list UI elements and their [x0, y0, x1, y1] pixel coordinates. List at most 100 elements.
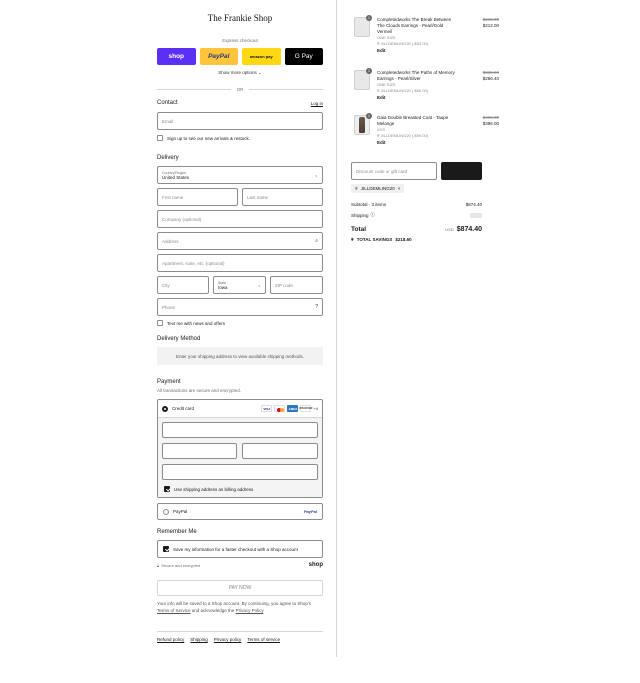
subtotal-row: Subtotal · 3 items $874.40 — [351, 202, 482, 207]
total-value: $874.40 — [456, 226, 482, 233]
shop-pay-button[interactable]: shop — [157, 48, 196, 65]
total-savings-row: ⌾ TOTAL SAVINGS $218.60 — [351, 237, 412, 242]
terms-text-1: Your info will be saved to a Shop accoun… — [157, 601, 312, 606]
email-placeholder: Email — [162, 118, 174, 124]
country-value: United States — [162, 174, 190, 180]
apartment-field[interactable]: Apartment, suite, etc. (optional) — [157, 254, 323, 272]
name-on-card-field[interactable] — [162, 464, 318, 480]
tag-icon: ⌾ — [377, 41, 380, 46]
image-placeholder-icon: ▫ — [361, 25, 363, 29]
terms-of-service-footer-link[interactable]: Terms of service — [247, 637, 280, 642]
show-more-options-label: Show more options — [218, 70, 257, 75]
address-field[interactable]: Address ⌕ — [157, 232, 323, 250]
card-number-field[interactable] — [162, 422, 318, 438]
item-discount: ⌾ JILLDEMLING20 (-$99.00) — [377, 133, 459, 139]
store-title[interactable]: The Frankie Shop — [157, 13, 323, 23]
google-pay-button[interactable]: G Pay — [284, 48, 323, 65]
company-field[interactable]: Company (optional) — [157, 210, 323, 228]
terms-text: Your info will be saved to a Shop accoun… — [157, 601, 323, 614]
city-field[interactable]: City — [157, 276, 209, 294]
remember-me-box[interactable]: Save my information for a faster checkou… — [157, 540, 323, 558]
text-me-label: Text me with news and offers — [167, 320, 225, 326]
first-name-field[interactable]: First name — [157, 188, 238, 206]
applied-code-label: JILLDEMLING20 — [360, 186, 395, 191]
footer-divider — [157, 631, 323, 632]
sale-price: $212.00 — [482, 23, 499, 28]
item-price: $330.00 $266.40 — [459, 70, 499, 82]
secure-row: 🔒︎ Secure and encrypted shop — [157, 562, 323, 568]
payment-heading: Payment — [157, 379, 181, 385]
shipping-value-placeholder — [470, 212, 482, 218]
show-more-options-link[interactable]: Show more options ⌄ — [157, 70, 323, 76]
card-fields — [158, 417, 322, 497]
tag-icon: ⌾ — [377, 88, 380, 93]
privacy-policy-link[interactable]: Privacy Policy — [236, 608, 264, 613]
shop-logo: shop — [308, 562, 323, 568]
state-select[interactable]: State Iowa ⌄ — [213, 276, 266, 294]
pay-now-button[interactable]: PAY NOW — [157, 580, 323, 596]
amazon-pay-button[interactable]: amazon pay — [242, 48, 281, 65]
paypal-option[interactable]: PayPal PayPal — [157, 503, 323, 520]
or-label: OR — [236, 86, 244, 92]
remember-me-checkbox[interactable] — [163, 546, 169, 552]
signup-checkbox[interactable] — [157, 135, 163, 141]
login-link[interactable]: Log in — [300, 101, 323, 106]
total-savings-value: $218.60 — [395, 237, 412, 242]
text-me-checkbox[interactable] — [157, 320, 163, 326]
item-discount: ⌾ JILLDEMLING20 (-$66.00) — [377, 88, 459, 94]
expiration-field[interactable] — [162, 443, 237, 459]
item-name: Gaia Double Breasted Coat - Taupe Melang… — [377, 115, 449, 126]
phone-field[interactable]: Phone ? — [157, 298, 323, 316]
item-details: Completedworks The Break Between The Clo… — [377, 17, 459, 54]
total-label: Total — [351, 226, 367, 233]
edit-item-link[interactable]: Edit — [377, 95, 459, 101]
item-discount-label: JILLDEMLING20 (-$53.00) — [380, 41, 429, 46]
divider-line-right — [249, 88, 323, 90]
paypal-radio[interactable] — [163, 508, 169, 515]
billing-same-checkbox[interactable] — [164, 486, 170, 492]
express-pay-row: shop PayPal amazon pay G Pay — [157, 48, 323, 65]
state-value: Iowa — [218, 284, 228, 290]
apply-discount-button[interactable] — [441, 162, 482, 180]
edit-item-link[interactable]: Edit — [377, 48, 459, 54]
terms-end: . — [263, 607, 265, 613]
close-icon[interactable]: × — [398, 186, 401, 191]
country-select[interactable]: Country/Region United States ⌄ — [157, 166, 323, 184]
terms-of-service-link[interactable]: Terms of Service — [157, 608, 191, 613]
paypal-express-button[interactable]: PayPal — [199, 48, 238, 65]
billing-same-row[interactable]: Use shipping address as billing address — [164, 486, 253, 492]
quantity-badge: 1 — [366, 68, 372, 74]
discount-code-field[interactable]: Discount code or gift card — [351, 162, 437, 180]
edit-item-link[interactable]: Edit — [377, 140, 459, 146]
email-field[interactable]: Email — [157, 112, 323, 130]
currency-code: USD — [445, 227, 454, 232]
item-discount: ⌾ JILLDEMLING20 (-$53.00) — [377, 41, 459, 47]
shipping-link[interactable]: Shipping — [190, 637, 208, 642]
billing-same-label: Use shipping address as billing address — [174, 486, 254, 492]
footer-links: Refund policy Shipping Privacy policy Te… — [157, 637, 280, 642]
item-details: Completedworks The Paths of Memory Earri… — [377, 70, 459, 101]
zip-placeholder: ZIP code — [275, 282, 293, 288]
apartment-placeholder: Apartment, suite, etc. (optional) — [162, 260, 225, 266]
item-name: Completedworks The Break Between The Clo… — [377, 17, 452, 34]
credit-card-radio[interactable] — [162, 405, 168, 412]
refund-policy-link[interactable]: Refund policy — [157, 637, 184, 642]
last-name-field[interactable]: Last name — [242, 188, 323, 206]
zip-field[interactable]: ZIP code — [270, 276, 323, 294]
express-checkout-label: Express checkout — [222, 38, 258, 43]
signup-checkbox-row[interactable]: Sign up to see our new arrivals & restoc… — [157, 135, 250, 141]
subtotal-label: Subtotal · 3 items — [351, 202, 387, 207]
coat-image — [359, 117, 365, 133]
shipping-row: Shipping ⓘ — [351, 212, 482, 218]
shipping-label: Shipping — [351, 212, 369, 218]
help-icon[interactable]: ⓘ — [371, 212, 376, 218]
security-code-field[interactable] — [242, 443, 318, 459]
total-row: Total USD $874.40 — [351, 226, 482, 233]
text-me-checkbox-row[interactable]: Text me with news and offers — [157, 320, 225, 326]
privacy-policy-footer-link[interactable]: Privacy policy — [214, 637, 242, 642]
paypal-label: PayPal — [173, 509, 188, 514]
credit-card-row[interactable]: Credit card VISA AMEX DISCOVER +4 — [162, 405, 318, 412]
terms-text-2: and acknowledge the — [191, 607, 235, 613]
first-name-placeholder: First name — [162, 194, 184, 200]
help-icon[interactable]: ? — [315, 304, 318, 310]
